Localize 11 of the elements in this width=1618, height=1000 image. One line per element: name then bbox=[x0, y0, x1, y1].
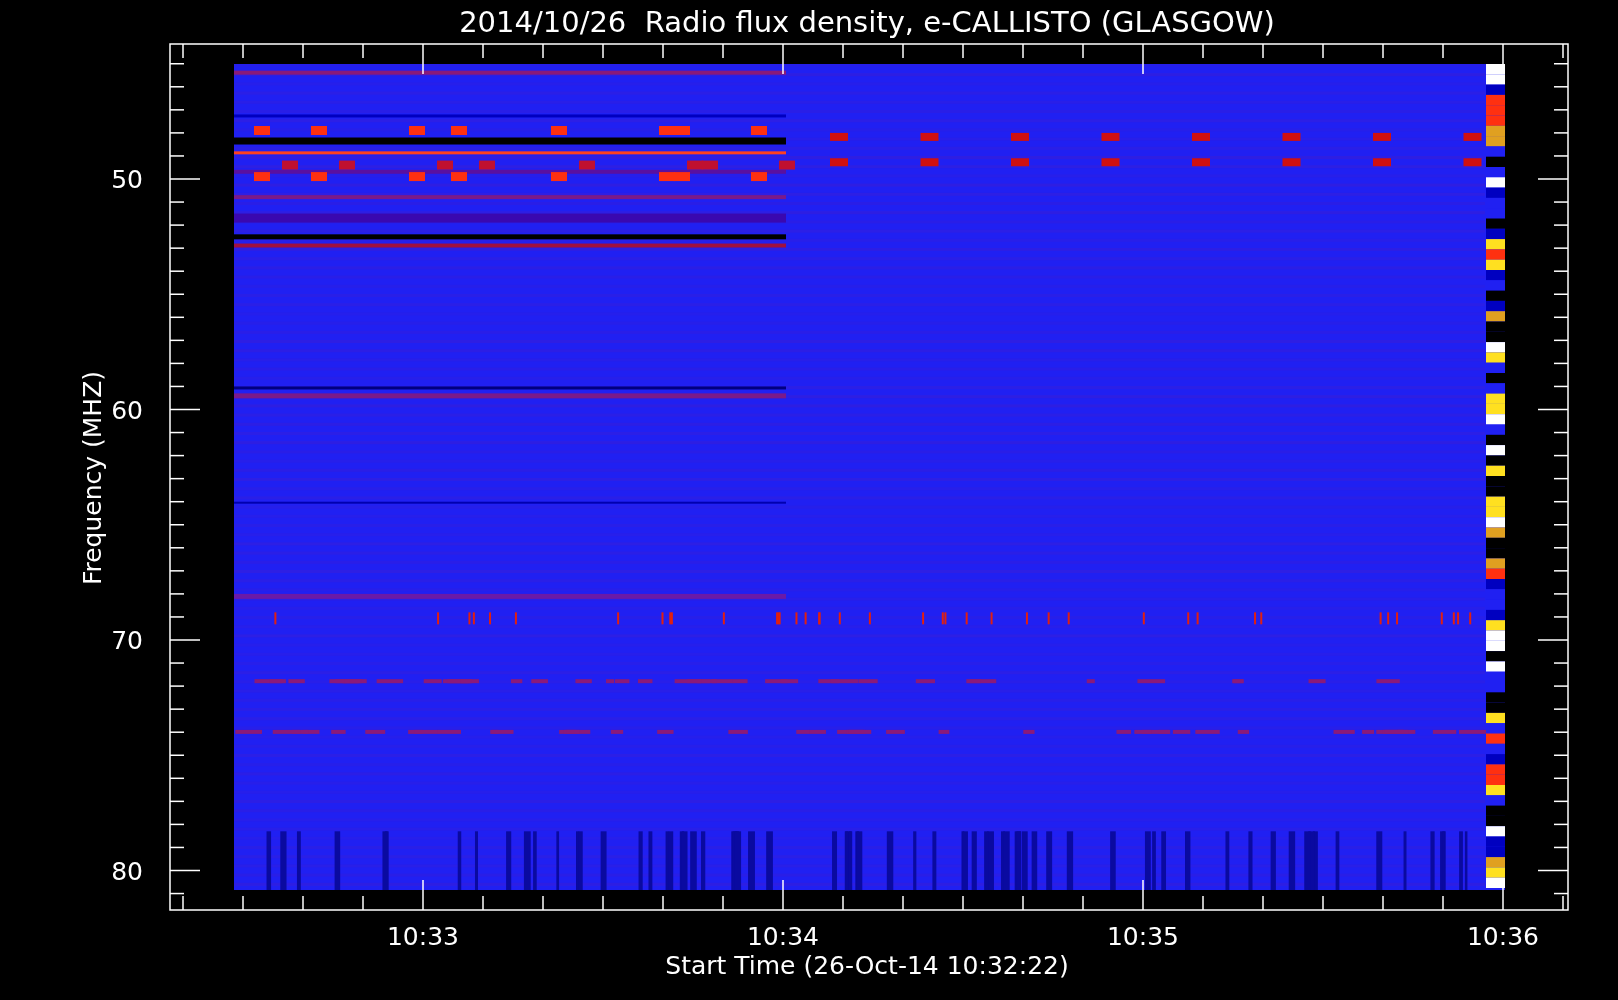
x-tick-label: 10:35 bbox=[1107, 922, 1179, 951]
y-tick-label: 80 bbox=[111, 856, 143, 886]
y-axis-label: Frequency (MHZ) bbox=[78, 370, 107, 586]
x-tick-label: 10:36 bbox=[1467, 922, 1539, 951]
x-tick-label: 10:34 bbox=[747, 922, 819, 951]
y-tick-label: 60 bbox=[111, 395, 143, 425]
y-tick-label: 50 bbox=[111, 165, 143, 194]
x-axis-label: Start Time (26-Oct-14 10:32:22) bbox=[665, 951, 1069, 980]
x-tick-label: 10:33 bbox=[387, 922, 459, 951]
y-tick-label: 70 bbox=[111, 626, 143, 655]
chart-title: 2014/10/26 Radio flux density, e-CALLISTO (GLASGOW) bbox=[459, 5, 1275, 39]
